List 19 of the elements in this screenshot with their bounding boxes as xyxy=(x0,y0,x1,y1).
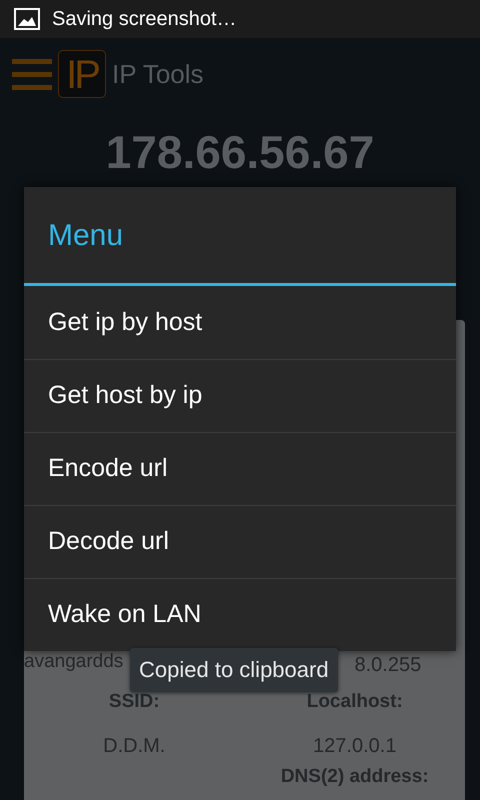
menu-item[interactable]: Get ip by host xyxy=(24,286,456,359)
info-value: 8.0.255 xyxy=(354,653,422,678)
toast: Copied to clipboard xyxy=(130,648,338,692)
field-value: D.D.M. xyxy=(103,734,166,758)
app-title: IP Tools xyxy=(112,58,204,90)
field-label: SSID: xyxy=(108,690,160,714)
menu-item[interactable]: Encode url xyxy=(24,432,456,505)
menu-icon[interactable] xyxy=(12,57,52,91)
app-logo: IP xyxy=(58,50,106,98)
field-value: 127.0.0.1 xyxy=(313,734,396,758)
ip-address: 178.66.56.67 xyxy=(106,125,374,180)
field-label: DNS(2) address: xyxy=(280,766,430,786)
dialog-title: Menu xyxy=(48,218,124,254)
info-text: avangardds xyxy=(24,650,124,674)
menu-item[interactable]: Decode url xyxy=(24,505,456,578)
picture-icon xyxy=(14,8,40,30)
notification-text: Saving screenshot… xyxy=(52,7,237,32)
field-label: Localhost: xyxy=(306,690,403,714)
menu-item[interactable]: Get host by ip xyxy=(24,359,456,432)
